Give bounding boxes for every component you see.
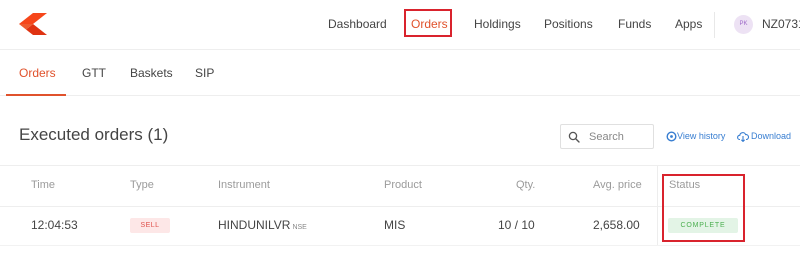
highlight-box-status [662, 174, 745, 242]
page-title: Executed orders (1) [19, 125, 169, 144]
download-link[interactable]: Download [751, 131, 791, 141]
nav-holdings[interactable]: Holdings [474, 17, 521, 31]
exchange-label: NSE [292, 224, 307, 231]
order-product: MIS [384, 218, 406, 232]
top-navbar: Dashboard Orders Holdings Positions Fund… [0, 0, 800, 50]
instrument-cell[interactable]: HINDUNILVR NSE [218, 218, 307, 232]
tab-gtt[interactable]: GTT [82, 66, 106, 80]
user-id[interactable]: NZ0731 [762, 17, 800, 31]
tab-baskets[interactable]: Baskets [130, 66, 173, 80]
nav-positions[interactable]: Positions [544, 17, 593, 31]
nav-divider [714, 12, 715, 38]
search-input[interactable] [589, 128, 651, 145]
orders-tabs: Orders GTT Baskets SIP [0, 51, 800, 96]
table-bottom-divider [0, 245, 800, 246]
order-qty: 10 / 10 [498, 218, 535, 232]
avatar[interactable]: PK [734, 15, 753, 34]
nav-apps[interactable]: Apps [675, 17, 702, 31]
column-header-qty[interactable]: Qty. [516, 179, 535, 191]
order-type-badge: SELL [130, 218, 170, 233]
tab-orders[interactable]: Orders [19, 66, 56, 80]
cloud-download-icon[interactable] [737, 131, 749, 142]
column-header-instrument[interactable]: Instrument [218, 179, 270, 191]
active-tab-indicator [6, 94, 66, 96]
order-avg-price: 2,658.00 [593, 218, 640, 232]
search-icon [568, 131, 580, 143]
status-column-divider [657, 166, 658, 245]
column-header-type[interactable]: Type [130, 179, 154, 191]
kite-logo-icon[interactable] [19, 13, 47, 35]
column-header-time[interactable]: Time [31, 179, 55, 191]
view-history-link[interactable]: View history [677, 131, 725, 141]
column-header-avg-price[interactable]: Avg. price [593, 179, 642, 191]
nav-dashboard[interactable]: Dashboard [328, 17, 387, 31]
highlight-box-orders-nav [404, 9, 452, 37]
order-time: 12:04:53 [31, 218, 78, 232]
nav-funds[interactable]: Funds [618, 17, 651, 31]
column-header-product[interactable]: Product [384, 179, 422, 191]
tab-sip[interactable]: SIP [195, 66, 214, 80]
history-icon[interactable] [666, 131, 677, 142]
instrument-symbol: HINDUNILVR [218, 218, 291, 232]
search-box[interactable] [560, 124, 654, 149]
table-header-divider [0, 165, 800, 166]
